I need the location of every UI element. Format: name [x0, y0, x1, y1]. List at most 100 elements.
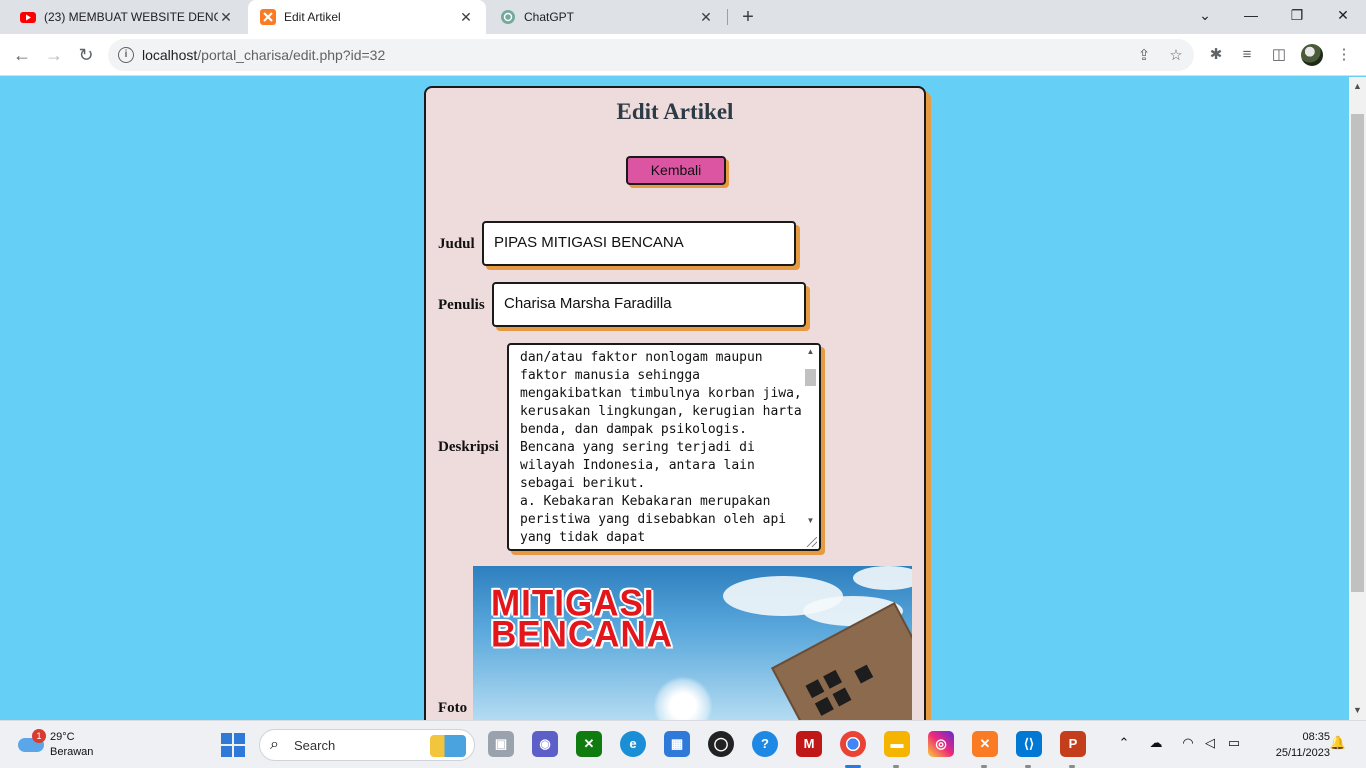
onedrive-icon[interactable]: ☁	[1146, 735, 1166, 751]
tab-title: ChatGPT	[524, 10, 575, 24]
house-window	[832, 687, 852, 707]
profile-avatar[interactable]	[1301, 44, 1323, 66]
house-window	[805, 679, 825, 699]
clock-date: 25/11/2023	[1275, 747, 1330, 759]
article-photo: MITIGASI BENCANA	[473, 566, 912, 726]
back-button[interactable]: Kembali	[626, 156, 726, 185]
xampp-taskbar-icon[interactable]: ✕	[972, 731, 998, 757]
more-menu-icon[interactable]: ⋮	[1333, 44, 1355, 66]
start-quad	[221, 733, 232, 744]
start-quad	[234, 746, 245, 757]
new-tab-button[interactable]: +	[736, 5, 760, 29]
photo-title-line2: BENCANA	[491, 614, 673, 655]
browser-toolbar: ← → ↻ i localhost/portal_charisa/edit.ph…	[0, 34, 1366, 76]
tab-search-chevron-icon[interactable]: ⌄	[1182, 0, 1228, 30]
help-icon[interactable]: ?	[752, 731, 778, 757]
penulis-input[interactable]: Charisa Marsha Faradilla	[492, 282, 806, 327]
bookmark-star-icon[interactable]: ☆	[1166, 46, 1186, 66]
taskbar-search[interactable]: ⌕ Search	[259, 729, 475, 761]
windows-taskbar: 1 29°C Berawan ⌕ Search ▣ ◉ ✕ e ▦ ◯ ? M …	[0, 720, 1366, 768]
address-bar[interactable]: i localhost/portal_charisa/edit.php?id=3…	[108, 39, 1194, 71]
penulis-label: Penulis	[438, 297, 485, 313]
task-view-icon[interactable]: ▣	[488, 731, 514, 757]
sun-glare	[653, 676, 713, 726]
store-icon[interactable]: ▦	[664, 731, 690, 757]
windows-start-icon[interactable]	[221, 733, 245, 757]
weather-condition: Berawan	[50, 746, 94, 758]
xbox-icon[interactable]: ✕	[576, 731, 602, 757]
scrollbar-thumb[interactable]	[1351, 114, 1364, 592]
deskripsi-textarea[interactable]: dan/atau faktor nonlogam maupun faktor m…	[507, 343, 821, 551]
close-window-button[interactable]: ✕	[1320, 0, 1366, 30]
chat-icon[interactable]: ◉	[532, 731, 558, 757]
site-info-icon[interactable]: i	[118, 47, 134, 63]
close-tab-icon[interactable]: ✕	[698, 9, 714, 26]
side-panel-icon[interactable]: ◫	[1268, 44, 1290, 66]
chrome-icon[interactable]	[840, 731, 866, 757]
close-tab-icon[interactable]: ✕	[458, 9, 474, 26]
close-tab-icon[interactable]: ✕	[218, 9, 234, 26]
search-icon: ⌕	[270, 736, 279, 753]
system-clock[interactable]: 08:35 25/11/2023	[1254, 729, 1330, 761]
forward-arrow-icon[interactable]: →	[40, 41, 68, 69]
restore-button[interactable]: ❐	[1274, 0, 1320, 30]
file-explorer-icon[interactable]: ▬	[884, 731, 910, 757]
back-arrow-icon[interactable]: ←	[8, 41, 36, 69]
resize-grip-icon[interactable]	[807, 537, 817, 547]
search-placeholder: Search	[294, 738, 336, 753]
judul-label: Judul	[438, 236, 475, 252]
deskripsi-text: dan/atau faktor nonlogam maupun faktor m…	[520, 350, 802, 545]
reload-icon[interactable]: ↻	[72, 41, 100, 69]
scroll-up-arrow-icon[interactable]: ▲	[1349, 81, 1366, 91]
url-host: localhost	[142, 47, 198, 63]
page-scrollbar[interactable]: ▲ ▼	[1349, 77, 1366, 720]
mcafee-icon[interactable]: M	[796, 731, 822, 757]
show-hidden-icons-chevron-icon[interactable]: ⌃	[1114, 735, 1134, 751]
vscode-icon[interactable]: ⟨⟩	[1016, 731, 1042, 757]
minimize-button[interactable]: —	[1228, 0, 1274, 30]
tab-title: Edit Artikel	[284, 10, 341, 24]
weather-widget[interactable]: 1 29°C Berawan	[16, 729, 116, 761]
edit-article-card: Edit Artikel Kembali Judul PIPAS MITIGAS…	[424, 86, 926, 746]
cloud-shape	[853, 566, 912, 590]
start-quad	[221, 746, 232, 757]
notification-bell-icon[interactable]: 🔔	[1328, 735, 1348, 751]
volume-icon[interactable]: ◁	[1200, 735, 1220, 751]
tab-title: (23) MEMBUAT WEBSITE DENGA	[44, 10, 218, 24]
deskripsi-label: Deskripsi	[438, 439, 499, 455]
scroll-down-arrow-icon[interactable]: ▼	[802, 516, 819, 525]
judul-input[interactable]: PIPAS MITIGASI BENCANA	[482, 221, 796, 266]
chatgpt-icon	[501, 10, 515, 24]
tab-youtube[interactable]: (23) MEMBUAT WEBSITE DENGA ✕	[8, 0, 246, 34]
instagram-icon[interactable]: ◎	[928, 731, 954, 757]
tab-chatgpt[interactable]: ChatGPT ✕	[488, 0, 726, 34]
search-highlight-image	[430, 735, 466, 757]
extensions-puzzle-icon[interactable]: ✱	[1205, 44, 1227, 66]
textarea-scrollbar[interactable]: ▲ ▼	[802, 345, 819, 549]
clock-time: 08:35	[1302, 731, 1330, 743]
tab-strip: (23) MEMBUAT WEBSITE DENGA ✕ Edit Artike…	[0, 0, 1366, 34]
foto-label: Foto	[438, 700, 468, 716]
powerpoint-icon[interactable]: P	[1060, 731, 1086, 757]
page-title: Edit Artikel	[616, 99, 734, 124]
tab-edit-artikel[interactable]: Edit Artikel ✕	[248, 0, 486, 34]
xampp-icon	[260, 9, 276, 25]
youtube-icon	[20, 12, 36, 23]
house-window	[854, 664, 874, 684]
house-window	[823, 669, 843, 689]
scroll-up-arrow-icon[interactable]: ▲	[802, 347, 819, 356]
edge-icon[interactable]: e	[620, 731, 646, 757]
share-icon[interactable]: ⇪	[1134, 46, 1154, 66]
wifi-icon[interactable]: ◠	[1178, 735, 1198, 751]
reading-list-icon[interactable]: ≡	[1236, 44, 1258, 66]
textarea-scroll-thumb[interactable]	[805, 369, 816, 386]
notification-badge: 1	[32, 729, 46, 743]
url-text: localhost/portal_charisa/edit.php?id=32	[142, 47, 385, 63]
url-path: /portal_charisa/edit.php?id=32	[197, 47, 386, 63]
scroll-down-arrow-icon[interactable]: ▼	[1349, 705, 1366, 715]
battery-icon[interactable]: ▭	[1224, 735, 1244, 751]
house-window	[814, 696, 834, 716]
github-icon[interactable]: ◯	[708, 731, 734, 757]
tab-separator	[727, 9, 728, 25]
start-quad	[234, 733, 245, 744]
